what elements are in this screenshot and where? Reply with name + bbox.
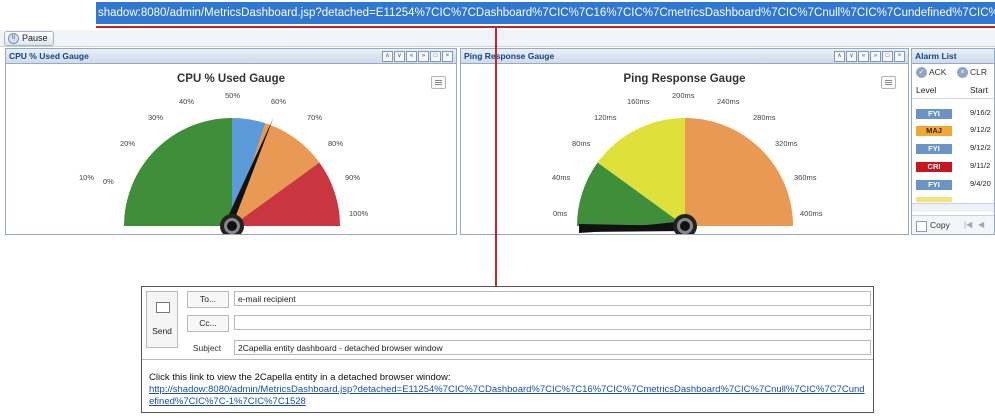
cpu-gauge-svg [124, 117, 341, 234]
subject-label: Subject [192, 343, 222, 353]
alarm-start-date: 9/12/2 [970, 143, 991, 152]
pause-label: Pause [22, 33, 48, 43]
ping-tick-360: 360ms [794, 173, 817, 182]
alarm-level-badge[interactable]: FYI [916, 180, 952, 190]
body-link[interactable]: http://shadow:8080/admin/MetricsDashboar… [149, 384, 869, 408]
ping-gauge-panel: Ping Response Gauge ∧ ∨ « » □ × Ping Res… [460, 48, 909, 235]
cc-button[interactable]: Cc... [187, 315, 229, 332]
cpu-tick-80: 80% [328, 139, 344, 148]
header-divider [912, 98, 994, 99]
ping-band-orange [685, 118, 793, 226]
cpu-band-green [124, 118, 232, 226]
header-separator [142, 359, 873, 360]
alarm-level-badge[interactable]: MAJ [916, 126, 952, 136]
ping-tick-400: 400ms [800, 209, 823, 218]
email-body[interactable]: Click this link to view the 2Capella ent… [149, 372, 869, 408]
horizontal-scrollbar[interactable] [912, 203, 994, 212]
ping-tick-200: 200ms [672, 91, 695, 100]
partial-row [916, 197, 952, 202]
to-field[interactable]: e-mail recipient [234, 291, 871, 306]
cpu-tick-90: 90% [345, 173, 361, 182]
to-button[interactable]: To... [187, 291, 229, 308]
ack-label: ACK [929, 67, 947, 77]
cpu-tick-70: 70% [307, 113, 323, 122]
pause-button[interactable]: ll Pause [4, 31, 54, 46]
cpu-tick-10: 10% [79, 173, 95, 182]
alarm-panel-header: Alarm List [912, 49, 994, 64]
ping-gauge-svg [577, 117, 793, 234]
ping-tick-320: 320ms [775, 139, 798, 148]
alarm-start-date: 9/11/2 [970, 161, 991, 170]
url-underline [96, 26, 995, 28]
copy-icon [916, 221, 927, 232]
ping-tick-80: 80ms [572, 139, 591, 148]
alarm-level-badge[interactable]: FYI [916, 144, 952, 154]
col-start[interactable]: Start [970, 85, 988, 95]
send-label: Send [152, 326, 172, 336]
ping-tick-280: 280ms [753, 113, 776, 122]
alarm-list-panel: Alarm List ✓ ACK × CLR Level Start FYI 9… [911, 48, 995, 235]
envelope-icon [156, 302, 170, 313]
alarm-level-badge[interactable]: CRI [916, 162, 952, 172]
ping-tick-40: 40ms [552, 173, 571, 182]
cpu-tick-0: 0% [103, 177, 114, 186]
cpu-tick-20: 20% [120, 139, 136, 148]
url-text-selected[interactable]: shadow:8080/admin/MetricsDashboard.jsp?d… [96, 2, 995, 24]
cpu-tick-60: 60% [271, 97, 287, 106]
dashboard-toolbar: ll Pause [0, 30, 995, 47]
first-page-icon[interactable]: |◀ [964, 220, 972, 229]
clr-label: CLR [970, 67, 988, 77]
ping-tick-120: 120ms [594, 113, 617, 122]
send-button[interactable]: Send [146, 291, 178, 348]
ack-button[interactable]: ✓ ACK [916, 65, 946, 79]
ping-tick-0: 0ms [553, 209, 568, 218]
clear-icon: × [957, 66, 968, 78]
url-bar: shadow:8080/admin/MetricsDashboard.jsp?d… [0, 0, 995, 30]
ack-icon: ✓ [916, 66, 927, 78]
ping-tick-160: 160ms [627, 97, 650, 106]
cpu-tick-40: 40% [179, 97, 195, 106]
subject-field[interactable]: 2Capella entity dashboard - detached bro… [234, 340, 871, 355]
ping-tick-240: 240ms [717, 97, 740, 106]
body-intro: Click this link to view the 2Capella ent… [149, 372, 451, 383]
alarm-start-date: 9/12/2 [970, 125, 991, 134]
alarm-start-date: 9/4/20 [970, 179, 991, 188]
cc-field[interactable] [234, 315, 871, 330]
cpu-tick-50: 50% [225, 91, 241, 100]
alarm-footer: Copy |◀ ◀ [912, 215, 994, 234]
copy-button[interactable]: Copy [930, 220, 950, 230]
col-level[interactable]: Level [916, 85, 936, 95]
cpu-tick-100: 100% [349, 209, 369, 218]
email-compose-window: Send To... e-mail recipient Cc... Subjec… [141, 286, 874, 413]
clr-button[interactable]: × CLR [957, 65, 987, 79]
pause-icon: ll [8, 33, 19, 44]
alarm-panel-title: Alarm List [915, 51, 957, 61]
cpu-gauge-panel: CPU % Used Gauge ∧ ∨ « » □ × CPU % Used … [5, 48, 457, 235]
alarm-start-date: 9/16/2 [970, 108, 991, 117]
cpu-tick-30: 30% [148, 113, 164, 122]
prev-page-icon[interactable]: ◀ [978, 220, 984, 229]
alarm-level-badge[interactable]: FYI [916, 109, 952, 119]
